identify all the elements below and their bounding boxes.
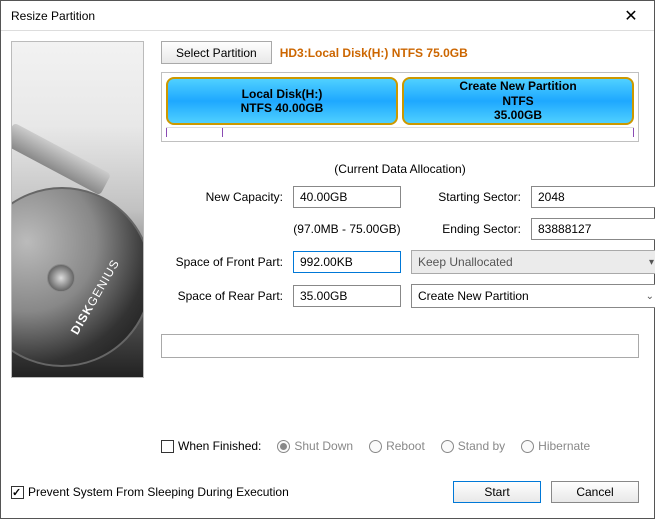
chevron-down-icon: ⌄	[646, 291, 654, 302]
radio-reboot: Reboot	[369, 439, 425, 453]
starting-sector-input[interactable]	[531, 186, 655, 208]
selected-partition-label: HD3:Local Disk(H:) NTFS 75.0GB	[280, 46, 468, 60]
front-action-combo: Keep Unallocated▾	[411, 250, 655, 274]
prevent-sleep-checkbox[interactable]: Prevent System From Sleeping During Exec…	[11, 485, 289, 499]
radio-hibernate: Hibernate	[521, 439, 590, 453]
message-field	[161, 334, 639, 358]
window-title: Resize Partition	[11, 9, 608, 23]
radio-standby: Stand by	[441, 439, 505, 453]
rear-action-combo[interactable]: Create New Partition⌄	[411, 284, 655, 308]
ending-sector-input[interactable]	[531, 218, 655, 240]
chevron-down-icon: ▾	[649, 257, 654, 268]
partition-segment-existing[interactable]: Local Disk(H:) NTFS 40.00GB	[166, 77, 398, 125]
partition-bar[interactable]: Local Disk(H:) NTFS 40.00GB Create New P…	[161, 72, 639, 142]
label-new-capacity: New Capacity:	[153, 190, 283, 204]
label-space-rear: Space of Rear Part:	[153, 289, 283, 303]
cancel-button[interactable]: Cancel	[551, 481, 639, 503]
capacity-range: (97.0MB - 75.00GB)	[293, 222, 401, 236]
space-front-input[interactable]	[293, 251, 401, 273]
titlebar: Resize Partition ✕	[1, 1, 654, 31]
label-space-front: Space of Front Part:	[153, 255, 283, 269]
partition-segment-new[interactable]: Create New Partition NTFS 35.00GB	[402, 77, 634, 125]
select-partition-button[interactable]: Select Partition	[161, 41, 272, 64]
allocation-header: (Current Data Allocation)	[161, 162, 639, 176]
radio-shutdown: Shut Down	[277, 439, 353, 453]
label-ending-sector: Ending Sector:	[411, 222, 521, 236]
start-button[interactable]: Start	[453, 481, 541, 503]
close-icon[interactable]: ✕	[608, 1, 654, 31]
hero-image: DISKGENIUS	[11, 41, 144, 378]
label-starting-sector: Starting Sector:	[411, 190, 521, 204]
new-capacity-input[interactable]	[293, 186, 401, 208]
when-finished-checkbox[interactable]: When Finished:	[161, 439, 261, 453]
space-rear-input[interactable]	[293, 285, 401, 307]
